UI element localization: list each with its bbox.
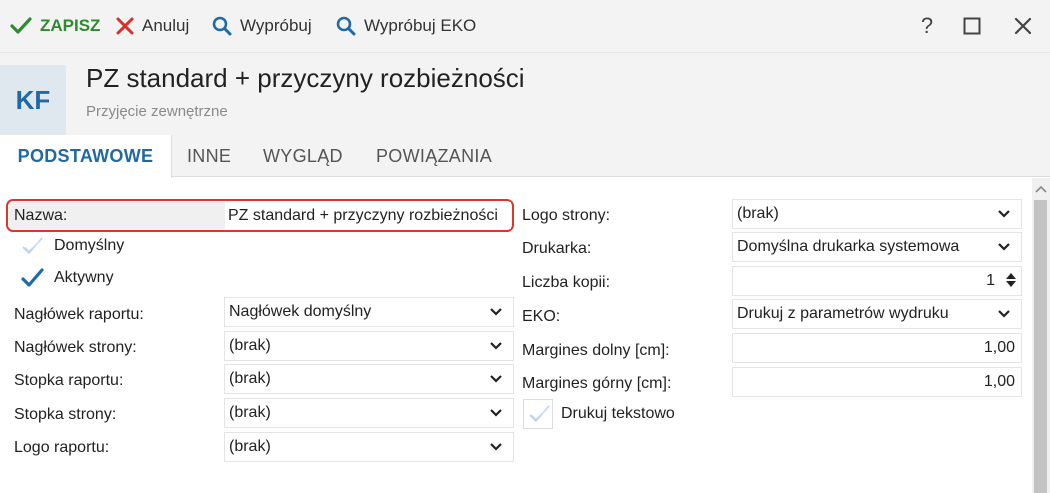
try-eko-button-label: Wypróbuj EKO [364,16,477,35]
checkmark-icon [10,17,32,34]
search-icon [212,16,232,36]
maximize-button[interactable] [958,12,986,40]
printer-label: Drukarka: [522,240,592,257]
save-button[interactable]: ZAPISZ [10,0,100,52]
toolbar: ZAPISZ Anuluj Wypróbuj Wypróbuj EKO ? [0,0,1050,52]
try-eko-button[interactable]: Wypróbuj EKO [336,0,476,52]
page-logo-value: (brak) [737,205,779,222]
page-footer-value: (brak) [229,404,271,421]
chevron-down-icon [490,342,502,350]
report-footer-label: Stopka raportu: [14,372,124,389]
active-checkbox[interactable]: Aktywny [20,266,114,290]
page-logo-label: Logo strony: [522,207,611,224]
checkmark-icon [21,268,44,287]
page-footer-select[interactable]: (brak) [224,398,514,428]
scroll-up-button[interactable] [1034,182,1048,196]
chevron-up-icon [1035,185,1047,193]
page-header-select[interactable]: (brak) [224,331,514,361]
copies-stepper[interactable]: 1 [732,266,1022,296]
printer-select[interactable]: Domyślna drukarka systemowa [732,232,1022,262]
copies-value: 1 [986,272,995,289]
tab-inne[interactable]: INNE [187,135,231,177]
default-checkbox[interactable]: Domyślny [20,234,124,258]
margin-top-input[interactable]: 1,00 [732,367,1022,397]
eko-value: Drukuj z parametrów wydruku [737,305,949,322]
chevron-down-icon [490,443,502,451]
search-icon [336,16,356,36]
tab-powiazania[interactable]: POWIĄZANIA [376,135,492,177]
triangle-down-icon[interactable] [1005,280,1017,289]
page-footer-label: Stopka strony: [14,406,117,423]
report-header-select[interactable]: Nagłówek domyślny [224,297,514,327]
try-button[interactable]: Wypróbuj [212,0,312,52]
margin-bottom-input[interactable]: 1,00 [732,333,1022,363]
scrollbar-thumb[interactable] [1034,200,1047,493]
page-logo-select[interactable]: (brak) [732,199,1022,229]
tab-wyglad[interactable]: WYGLĄD [263,135,343,177]
report-footer-value: (brak) [229,370,271,387]
avatar: KF [0,65,66,135]
page-subtitle: Przyjęcie zewnętrzne [86,103,228,120]
copies-label: Liczba kopii: [522,274,611,291]
close-icon [116,17,134,35]
page-header-label: Nagłówek strony: [14,339,137,356]
cancel-button[interactable]: Anuluj [116,0,189,52]
page-title: PZ standard + przyczyny rozbieżności [86,63,525,93]
chevron-down-icon [490,409,502,417]
close-window-button[interactable] [1009,12,1037,40]
printer-value: Domyślna drukarka systemowa [737,238,960,255]
eko-select[interactable]: Drukuj z parametrów wydruku [732,299,1022,329]
checkbox-unchecked-icon [529,405,550,422]
chevron-down-icon [998,310,1010,318]
chevron-down-icon [998,210,1010,218]
close-icon [1014,17,1032,35]
stepper-arrows[interactable] [1005,271,1017,289]
save-button-label: ZAPISZ [40,16,101,35]
cancel-button-label: Anuluj [142,16,190,35]
default-checkbox-label: Domyślny [54,237,125,254]
maximize-icon [963,17,981,35]
chevron-down-icon [490,375,502,383]
try-button-label: Wypróbuj [240,16,312,35]
margin-top-label: Margines górny [cm]: [522,375,672,392]
help-button[interactable]: ? [913,12,941,40]
triangle-up-icon[interactable] [1005,271,1017,280]
chevron-down-icon [490,308,502,316]
report-footer-select[interactable]: (brak) [224,364,514,394]
report-logo-value: (brak) [229,438,271,455]
tab-bar: PODSTAWOWE INNE WYGLĄD POWIĄZANIA [0,135,1050,178]
name-label: Nazwa: [14,207,68,224]
eko-label: EKO: [522,308,561,325]
header: KF PZ standard + przyczyny rozbieżności … [0,52,1050,135]
tab-podstawowe[interactable]: PODSTAWOWE [0,135,172,178]
text-print-label: Drukuj tekstowo [561,405,675,422]
active-checkbox-label: Aktywny [54,269,114,286]
report-header-value: Nagłówek domyślny [229,303,372,320]
page-header-value: (brak) [229,337,271,354]
name-input[interactable]: PZ standard + przyczyny rozbieżności [225,202,511,229]
report-header-label: Nagłówek raportu: [14,306,144,323]
text-print-checkbox[interactable]: Drukuj tekstowo [527,402,675,426]
report-logo-select[interactable]: (brak) [224,432,514,462]
chevron-down-icon [998,243,1010,251]
report-logo-label: Logo raportu: [14,439,110,456]
margin-bottom-label: Margines dolny [cm]: [522,342,670,359]
checkbox-unchecked-icon [22,237,43,254]
